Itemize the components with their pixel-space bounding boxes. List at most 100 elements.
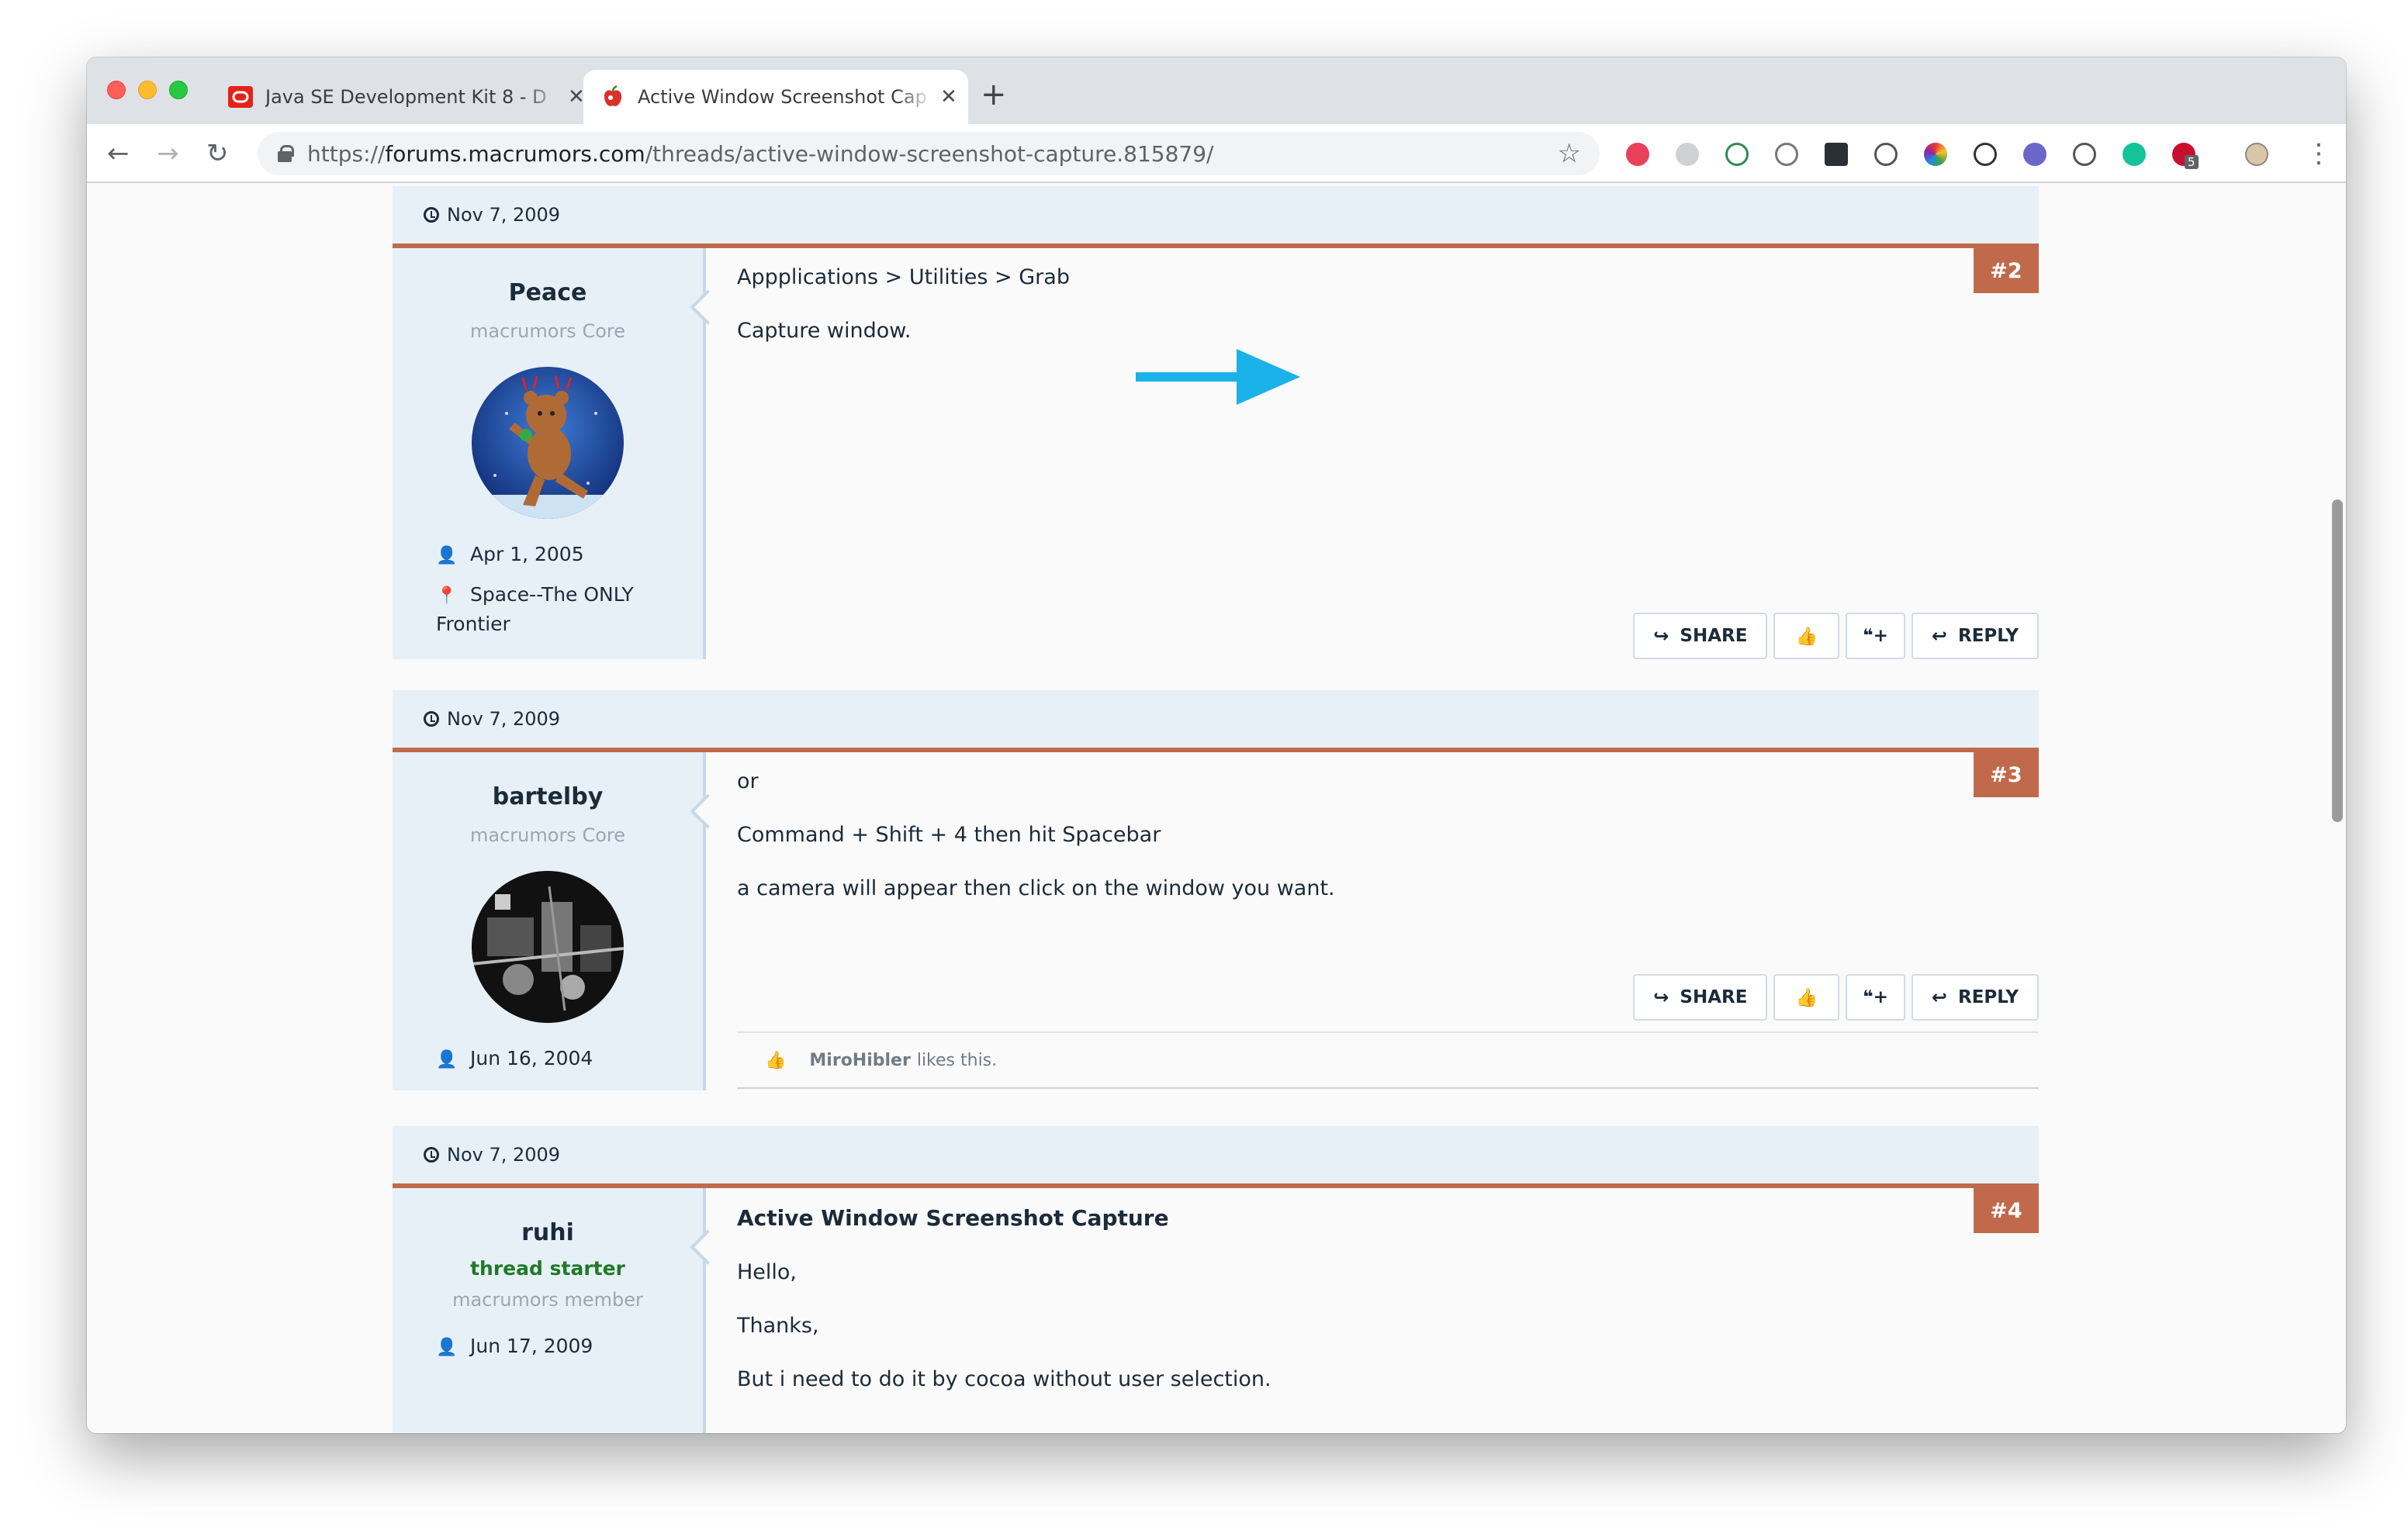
share-label: SHARE	[1680, 626, 1748, 646]
color-wheel-icon[interactable]	[1924, 143, 1947, 166]
post-content: #2 Appplications > Utilities > Grab Capt…	[706, 248, 2039, 659]
post-number[interactable]: #4	[1974, 1188, 2039, 1233]
post-date-text: Nov 7, 2009	[447, 204, 561, 226]
reload-button[interactable]: ↻	[206, 140, 229, 168]
post-date[interactable]: Nov 7, 2009	[393, 1126, 2039, 1183]
location-pin-icon: 📍	[436, 586, 458, 606]
post-date[interactable]: Nov 7, 2009	[393, 186, 2039, 244]
post: Nov 7, 2009 bartelby macrumors Core 👤 Ju…	[393, 690, 2039, 1090]
browser-window: Java SE Development Kit 8 - D ✕ Active W…	[87, 57, 2346, 1433]
t-icon[interactable]	[1626, 143, 1649, 166]
post-actions: ↪ SHARE 👍 ❝ + ↩ REPLY	[1633, 974, 2039, 1021]
share-button[interactable]: ↪ SHARE	[1633, 974, 1768, 1021]
user-info: 👤 Jun 16, 2004	[393, 1045, 703, 1074]
liker-name[interactable]: MiroHibler	[809, 1051, 910, 1070]
hex-icon[interactable]	[1676, 143, 1699, 166]
dots-icon[interactable]	[1825, 143, 1848, 166]
forum-page: Nov 7, 2009 Peace macrumors Core 👤 Apr 1…	[87, 183, 2346, 1433]
post-text: or	[737, 769, 759, 793]
code-icon[interactable]	[2073, 143, 2096, 166]
forward-button[interactable]: →	[157, 140, 179, 168]
post-title: Active Window Screenshot Capture	[737, 1205, 1169, 1231]
profile-avatar[interactable]	[2245, 143, 2268, 166]
post-text: Hello,	[737, 1260, 797, 1284]
post-body: ruhi thread starter macrumors member 👤 Ju…	[393, 1188, 2039, 1433]
page-scrollbar[interactable]	[2332, 499, 2343, 822]
annotation-arrow-icon	[1136, 349, 1300, 405]
joined-date: Apr 1, 2005	[470, 543, 584, 565]
share-button[interactable]: ↪ SHARE	[1633, 613, 1768, 659]
bookmark-star-icon[interactable]: ☆	[1558, 138, 1581, 169]
multiquote-button[interactable]: ❝ +	[1846, 613, 1905, 659]
like-button[interactable]: 👍	[1773, 974, 1840, 1021]
tab-active-window[interactable]: Active Window Screenshot Cap ✕	[583, 70, 968, 124]
close-tab-icon[interactable]: ✕	[568, 85, 585, 109]
adblock-badge: 5	[2185, 155, 2199, 169]
post-text: Command + Shift + 4 then hit Spacebar	[737, 823, 1161, 847]
post-date-text: Nov 7, 2009	[447, 1144, 561, 1166]
globe-icon[interactable]	[2023, 143, 2046, 166]
post-actions: ↪ SHARE 👍 ❝ + ↩ REPLY	[1633, 613, 2039, 659]
post-date[interactable]: Nov 7, 2009	[393, 690, 2039, 748]
post: Nov 7, 2009 Peace macrumors Core 👤 Apr 1…	[393, 186, 2039, 659]
post-body: Peace macrumors Core 👤 Apr 1, 2005 📍 Spa…	[393, 248, 2039, 659]
lock-icon	[278, 145, 294, 162]
post-text: Appplications > Utilities > Grab	[737, 265, 1070, 289]
user-panel: bartelby macrumors Core 👤 Jun 16, 2004	[393, 752, 725, 1090]
user-info: 👤 Apr 1, 2005 📍 Space--The ONLY Frontier	[393, 541, 703, 638]
user-title: macrumors member	[452, 1289, 643, 1311]
post-text: Capture window.	[737, 319, 912, 343]
address-bar[interactable]: https://forums.macrumors.com/threads/act…	[258, 132, 1600, 175]
share-label: SHARE	[1680, 987, 1748, 1007]
browser-toolbar: ← → ↻ https://forums.macrumors.com/threa…	[87, 124, 2346, 183]
reply-button[interactable]: ↩ REPLY	[1911, 613, 2039, 659]
likes-bar: 👍 MiroHibler likes this.	[737, 1031, 2039, 1089]
url-scheme: https://	[307, 140, 386, 167]
back-button[interactable]: ←	[107, 140, 130, 168]
post-text: a camera will appear then click on the w…	[737, 876, 1335, 900]
avatar[interactable]	[472, 367, 624, 519]
multiquote-button[interactable]: ❝ +	[1846, 974, 1905, 1021]
b-icon[interactable]	[1725, 143, 1749, 166]
sync-icon[interactable]	[1974, 143, 1997, 166]
tab-strip: Java SE Development Kit 8 - D ✕ Active W…	[87, 57, 2346, 124]
reply-button[interactable]: ↩ REPLY	[1911, 974, 2039, 1021]
tab-title: Java SE Development Kit 8 - D	[265, 86, 547, 108]
thread-starter-badge: thread starter	[470, 1257, 625, 1280]
multiquote-label: +	[1873, 626, 1888, 646]
adblock-icon[interactable]: 5	[2172, 143, 2199, 169]
post-text: But i need to do it by cocoa without use…	[737, 1367, 1271, 1391]
close-window-button[interactable]	[107, 81, 126, 99]
user-icon: 👤	[436, 1338, 458, 1357]
new-tab-button[interactable]: +	[981, 79, 1007, 110]
tab-title: Active Window Screenshot Cap	[638, 86, 927, 108]
menu-kebab-icon[interactable]: ⋮	[2306, 138, 2332, 169]
sign-icon[interactable]	[1874, 143, 1898, 166]
thumbs-up-icon: 👍	[765, 1050, 787, 1070]
user-panel: ruhi thread starter macrumors member 👤 Ju…	[393, 1188, 725, 1433]
username[interactable]: bartelby	[393, 783, 703, 810]
minimize-window-button[interactable]	[138, 81, 157, 99]
close-tab-icon[interactable]: ✕	[940, 85, 957, 109]
username[interactable]: Peace	[393, 279, 703, 306]
user-panel: Peace macrumors Core 👤 Apr 1, 2005 📍 Spa…	[393, 248, 725, 659]
share-icon: ↪	[1653, 986, 1669, 1008]
post-body: bartelby macrumors Core 👤 Jun 16, 2004 #…	[393, 752, 2039, 1090]
post-number[interactable]: #2	[1974, 248, 2039, 293]
user-icon: 👤	[436, 546, 458, 565]
avatar[interactable]	[472, 871, 624, 1023]
post-content: #4 Active Window Screenshot Capture Hell…	[706, 1188, 2039, 1433]
like-button[interactable]: 👍	[1773, 613, 1840, 659]
post-number[interactable]: #3	[1974, 752, 2039, 797]
user-title: macrumors Core	[470, 824, 625, 846]
thumbs-up-icon: 👍	[1795, 987, 1818, 1008]
joined-date: Jun 17, 2009	[470, 1335, 593, 1357]
paint-icon[interactable]	[1775, 143, 1798, 166]
user-title: macrumors Core	[470, 320, 625, 342]
grammarly-icon[interactable]	[2123, 143, 2146, 166]
username[interactable]: ruhi	[393, 1219, 703, 1246]
macrumors-apple-icon	[604, 85, 622, 106]
quote-icon: ❝	[1863, 987, 1873, 1007]
likes-text: likes this.	[916, 1050, 998, 1070]
zoom-window-button[interactable]	[169, 81, 188, 99]
